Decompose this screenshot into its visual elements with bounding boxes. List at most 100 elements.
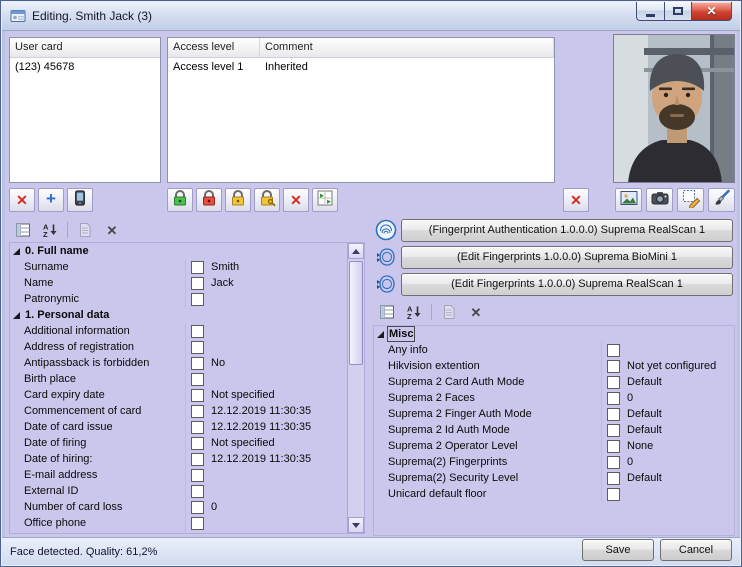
category-row[interactable]: 0. Full name xyxy=(10,243,347,259)
property-row[interactable]: Address of registration xyxy=(10,339,347,355)
property-checkbox[interactable] xyxy=(607,408,620,421)
categorized-view-button[interactable] xyxy=(377,302,397,322)
property-row[interactable]: SurnameSmith xyxy=(10,259,347,275)
capture-camera-button[interactable] xyxy=(646,188,673,212)
property-checkbox[interactable] xyxy=(191,405,204,418)
user-card-column-header[interactable]: User card xyxy=(10,38,160,58)
add-card-button[interactable]: + xyxy=(38,188,64,212)
save-button[interactable]: Save xyxy=(582,539,654,561)
property-value[interactable]: None xyxy=(620,438,653,454)
property-row[interactable]: Suprema(2) Security LevelDefault xyxy=(374,470,734,486)
property-checkbox[interactable] xyxy=(191,501,204,514)
property-value[interactable]: 12.12.2019 11:30:35 xyxy=(204,403,311,419)
property-row[interactable]: E-mail address xyxy=(10,467,347,483)
property-page-button[interactable] xyxy=(75,220,95,240)
property-row[interactable]: Unicard default floor xyxy=(374,486,734,502)
property-value[interactable]: Jack xyxy=(204,275,234,291)
property-value[interactable]: Default xyxy=(620,470,662,486)
comment-column-header[interactable]: Comment xyxy=(260,38,554,57)
read-card-device-button[interactable] xyxy=(67,188,93,212)
property-row[interactable]: Commencement of card12.12.2019 11:30:35 xyxy=(10,403,347,419)
minimize-button[interactable] xyxy=(636,2,665,21)
vertical-scrollbar[interactable] xyxy=(347,243,364,533)
clear-property-button[interactable]: ✕ xyxy=(466,302,486,322)
fingerprint-auth-button[interactable]: (Fingerprint Authentication 1.0.0.0) Sup… xyxy=(401,219,733,242)
property-value[interactable]: Smith xyxy=(204,259,239,275)
scroll-down-button[interactable] xyxy=(348,517,364,533)
green-lock-button[interactable] xyxy=(167,188,193,212)
property-checkbox[interactable] xyxy=(191,341,204,354)
property-row[interactable]: Birth place xyxy=(10,371,347,387)
maximize-button[interactable] xyxy=(665,2,692,21)
category-row[interactable]: Misc xyxy=(374,326,734,342)
access-level-cell[interactable]: Access level 1 xyxy=(168,58,260,77)
yellow-lock-button[interactable] xyxy=(225,188,251,212)
load-photo-button[interactable] xyxy=(615,188,642,212)
property-value[interactable]: Default xyxy=(620,374,662,390)
property-row[interactable]: Suprema 2 Faces0 xyxy=(374,390,734,406)
property-checkbox[interactable] xyxy=(191,261,204,274)
property-row[interactable]: Date of card issue12.12.2019 11:30:35 xyxy=(10,419,347,435)
property-value[interactable]: 0 xyxy=(620,390,633,406)
property-row[interactable]: Date of hiring:12.12.2019 11:30:35 xyxy=(10,451,347,467)
collapse-icon[interactable] xyxy=(13,248,20,255)
crop-photo-button[interactable] xyxy=(677,188,704,212)
property-row[interactable]: Patronymic xyxy=(10,291,347,307)
cancel-button[interactable]: Cancel xyxy=(660,539,732,561)
access-rights-button[interactable] xyxy=(312,188,338,212)
property-checkbox[interactable] xyxy=(607,360,620,373)
property-checkbox[interactable] xyxy=(607,424,620,437)
property-checkbox[interactable] xyxy=(607,488,620,501)
property-checkbox[interactable] xyxy=(191,469,204,482)
property-checkbox[interactable] xyxy=(191,325,204,338)
property-checkbox[interactable] xyxy=(191,277,204,290)
scrollbar-thumb[interactable] xyxy=(349,261,363,365)
property-value[interactable]: 0 xyxy=(204,499,217,515)
delete-card-button[interactable]: ✕ xyxy=(9,188,35,212)
property-row[interactable]: Antipassback is forbiddenNo xyxy=(10,355,347,371)
property-row[interactable]: Office phone xyxy=(10,515,347,531)
property-checkbox[interactable] xyxy=(191,293,204,306)
close-button[interactable]: ✕ xyxy=(692,2,732,21)
access-level-row[interactable]: Access level 1 Inherited xyxy=(168,58,554,77)
property-checkbox[interactable] xyxy=(191,533,204,534)
property-row[interactable]: External ID xyxy=(10,483,347,499)
property-checkbox[interactable] xyxy=(191,421,204,434)
property-row[interactable]: Hikvision extentionNot yet configured xyxy=(374,358,734,374)
property-row[interactable]: Number of card loss0 xyxy=(10,499,347,515)
collapse-icon[interactable] xyxy=(377,331,384,338)
access-level-column-header[interactable]: Access level xyxy=(168,38,260,57)
property-checkbox[interactable] xyxy=(191,517,204,530)
property-row[interactable]: Date of firingNot specified xyxy=(10,435,347,451)
property-value[interactable]: No xyxy=(204,355,225,371)
property-value[interactable]: Default xyxy=(620,406,662,422)
property-value[interactable]: 12.12.2019 11:30:35 xyxy=(204,419,311,435)
property-checkbox[interactable] xyxy=(191,357,204,370)
property-row[interactable]: Suprema 2 Operator LevelNone xyxy=(374,438,734,454)
property-row[interactable]: Suprema 2 Card Auth ModeDefault xyxy=(374,374,734,390)
property-row-clipped[interactable] xyxy=(10,531,347,533)
property-value[interactable]: Not yet configured xyxy=(620,358,716,374)
sort-alphabetical-button[interactable]: AZ xyxy=(404,302,424,322)
property-row[interactable]: NameJack xyxy=(10,275,347,291)
sort-alphabetical-button[interactable]: AZ xyxy=(40,220,60,240)
property-row[interactable]: Card expiry dateNot specified xyxy=(10,387,347,403)
property-value[interactable]: 12.12.2019 11:30:35 xyxy=(204,451,311,467)
remove-access-button[interactable]: ✕ xyxy=(283,188,309,212)
category-row[interactable]: 1. Personal data xyxy=(10,307,347,323)
scroll-up-button[interactable] xyxy=(348,243,364,259)
categorized-view-button[interactable] xyxy=(13,220,33,240)
property-checkbox[interactable] xyxy=(607,392,620,405)
property-checkbox[interactable] xyxy=(191,389,204,402)
property-value[interactable]: 0 xyxy=(620,454,633,470)
property-checkbox[interactable] xyxy=(191,373,204,386)
property-row[interactable]: Additional information xyxy=(10,323,347,339)
property-checkbox[interactable] xyxy=(191,437,204,450)
property-value[interactable]: Not specified xyxy=(204,387,275,403)
property-row[interactable]: Suprema 2 Finger Auth ModeDefault xyxy=(374,406,734,422)
property-checkbox[interactable] xyxy=(191,453,204,466)
property-checkbox[interactable] xyxy=(607,456,620,469)
property-row[interactable]: Suprema(2) Fingerprints0 xyxy=(374,454,734,470)
property-row[interactable]: Suprema 2 Id Auth ModeDefault xyxy=(374,422,734,438)
title-bar[interactable]: Editing. Smith Jack (3) ✕ xyxy=(2,2,740,31)
